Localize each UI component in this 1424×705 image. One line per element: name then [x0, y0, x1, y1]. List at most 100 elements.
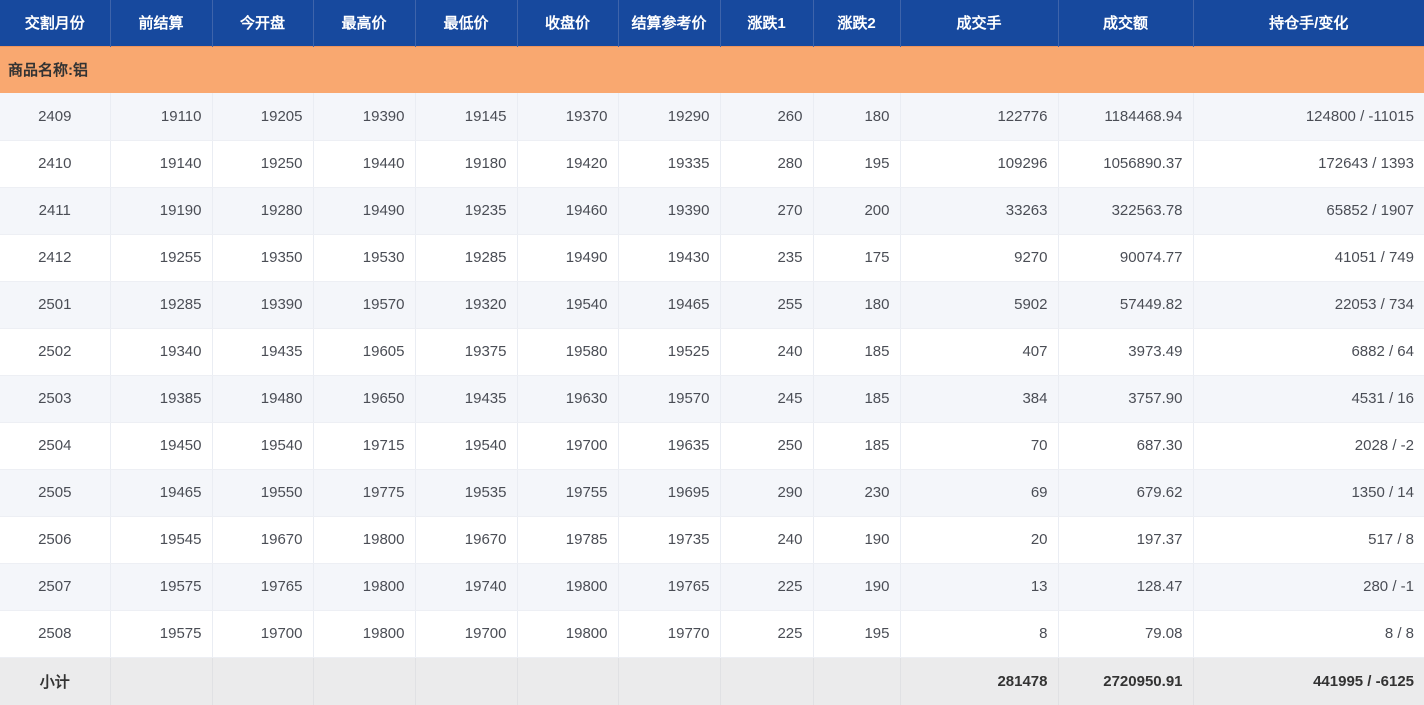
cell-change2: 175: [813, 234, 901, 282]
futures-table: 交割月份 前结算 今开盘 最高价 最低价 收盘价 结算参考价 涨跌1 涨跌2 成交手 成交额 持仓手/…: [0, 0, 1424, 705]
column-header-high[interactable]: 最高价: [313, 0, 416, 46]
cell-turnover: 57449.82: [1058, 281, 1194, 329]
table-row[interactable]: 2411 19190 19280 19490 19235 19460 19390 270 200…: [0, 187, 1424, 235]
cell-high: 19490: [313, 187, 416, 235]
cell-settle-ref: 19765: [618, 563, 721, 611]
table-row[interactable]: 2503 19385 19480 19650 19435 19630 19570 245 185…: [0, 375, 1424, 423]
cell-prev-settle: 19190: [110, 187, 213, 235]
cell-high: 19605: [313, 328, 416, 376]
cell-low: 19235: [415, 187, 518, 235]
cell-high: 19440: [313, 140, 416, 188]
cell-month: 2411: [0, 187, 111, 235]
cell-month: 2504: [0, 422, 111, 470]
column-header-turnover[interactable]: 成交额: [1058, 0, 1194, 46]
cell-change2: 195: [813, 610, 901, 658]
cell-volume: 70: [900, 422, 1059, 470]
cell-open-interest: 22053 / 734: [1193, 281, 1424, 329]
cell-settle-ref: 19290: [618, 93, 721, 141]
cell-change1: 235: [720, 234, 814, 282]
column-header-volume[interactable]: 成交手: [900, 0, 1059, 46]
column-header-prev-settle[interactable]: 前结算: [110, 0, 213, 46]
cell-open: 19550: [212, 469, 314, 517]
cell-change2: 230: [813, 469, 901, 517]
cell-volume: 69: [900, 469, 1059, 517]
cell-low: 19535: [415, 469, 518, 517]
table-row[interactable]: 2507 19575 19765 19800 19740 19800 19765 225 190…: [0, 563, 1424, 611]
table-row[interactable]: 2506 19545 19670 19800 19670 19785 19735 240 190…: [0, 516, 1424, 564]
table-row[interactable]: 2410 19140 19250 19440 19180 19420 19335 280 195…: [0, 140, 1424, 188]
cell-open-interest: 172643 / 1393: [1193, 140, 1424, 188]
cell-high: 19800: [313, 610, 416, 658]
cell-close: 19460: [517, 187, 619, 235]
cell-change2: 190: [813, 516, 901, 564]
column-header-low[interactable]: 最低价: [415, 0, 518, 46]
cell-low: 19320: [415, 281, 518, 329]
table-row[interactable]: 2508 19575 19700 19800 19700 19800 19770 225 195…: [0, 610, 1424, 658]
subtotal-label: 小计: [0, 657, 111, 705]
cell-turnover: 3757.90: [1058, 375, 1194, 423]
cell-close: 19800: [517, 610, 619, 658]
table-row[interactable]: 2504 19450 19540 19715 19540 19700 19635 250 185…: [0, 422, 1424, 470]
cell-high: 19390: [313, 93, 416, 141]
cell-prev-settle: 19340: [110, 328, 213, 376]
cell-turnover: 679.62: [1058, 469, 1194, 517]
cell-change1: 270: [720, 187, 814, 235]
subtotal-empty-cell: [720, 657, 814, 705]
cell-month: 2409: [0, 93, 111, 141]
cell-open: 19540: [212, 422, 314, 470]
cell-prev-settle: 19385: [110, 375, 213, 423]
column-header-open-interest[interactable]: 持仓手/变化: [1193, 0, 1424, 46]
subtotal-empty-cell: [517, 657, 619, 705]
cell-settle-ref: 19430: [618, 234, 721, 282]
cell-open: 19765: [212, 563, 314, 611]
cell-settle-ref: 19465: [618, 281, 721, 329]
subtotal-open-interest: 441995 / -6125: [1193, 657, 1424, 705]
cell-change2: 180: [813, 93, 901, 141]
cell-open: 19280: [212, 187, 314, 235]
cell-volume: 5902: [900, 281, 1059, 329]
cell-prev-settle: 19285: [110, 281, 213, 329]
cell-open-interest: 65852 / 1907: [1193, 187, 1424, 235]
cell-close: 19490: [517, 234, 619, 282]
cell-prev-settle: 19255: [110, 234, 213, 282]
subtotal-empty-cell: [110, 657, 213, 705]
column-header-change2[interactable]: 涨跌2: [813, 0, 901, 46]
cell-change2: 200: [813, 187, 901, 235]
cell-close: 19580: [517, 328, 619, 376]
column-header-settle-ref[interactable]: 结算参考价: [618, 0, 721, 46]
cell-month: 2501: [0, 281, 111, 329]
cell-change1: 245: [720, 375, 814, 423]
table-row[interactable]: 2502 19340 19435 19605 19375 19580 19525 240 185…: [0, 328, 1424, 376]
column-header-month[interactable]: 交割月份: [0, 0, 111, 46]
column-header-close[interactable]: 收盘价: [517, 0, 619, 46]
cell-prev-settle: 19450: [110, 422, 213, 470]
column-header-change1[interactable]: 涨跌1: [720, 0, 814, 46]
cell-settle-ref: 19735: [618, 516, 721, 564]
table-row[interactable]: 2412 19255 19350 19530 19285 19490 19430 235 175…: [0, 234, 1424, 282]
cell-turnover: 322563.78: [1058, 187, 1194, 235]
cell-open: 19250: [212, 140, 314, 188]
subtotal-empty-cell: [212, 657, 314, 705]
cell-month: 2507: [0, 563, 111, 611]
cell-change1: 225: [720, 610, 814, 658]
cell-change2: 185: [813, 375, 901, 423]
cell-volume: 384: [900, 375, 1059, 423]
cell-close: 19630: [517, 375, 619, 423]
cell-low: 19285: [415, 234, 518, 282]
futures-quotes-screen: 交割月份 前结算 今开盘 最高价 最低价 收盘价 结算参考价 涨跌1 涨跌2 成交手 成交额 持仓手/…: [0, 0, 1424, 705]
column-header-open[interactable]: 今开盘: [212, 0, 314, 46]
cell-open: 19350: [212, 234, 314, 282]
table-row[interactable]: 2501 19285 19390 19570 19320 19540 19465 255 180…: [0, 281, 1424, 329]
cell-month: 2410: [0, 140, 111, 188]
cell-close: 19785: [517, 516, 619, 564]
cell-open-interest: 1350 / 14: [1193, 469, 1424, 517]
cell-settle-ref: 19770: [618, 610, 721, 658]
subtotal-empty-cell: [415, 657, 518, 705]
table-row[interactable]: 2505 19465 19550 19775 19535 19755 19695 290 230…: [0, 469, 1424, 517]
cell-close: 19700: [517, 422, 619, 470]
cell-volume: 122776: [900, 93, 1059, 141]
subtotal-empty-cell: [813, 657, 901, 705]
cell-prev-settle: 19465: [110, 469, 213, 517]
cell-month: 2505: [0, 469, 111, 517]
table-row[interactable]: 2409 19110 19205 19390 19145 19370 19290 260 180…: [0, 93, 1424, 141]
